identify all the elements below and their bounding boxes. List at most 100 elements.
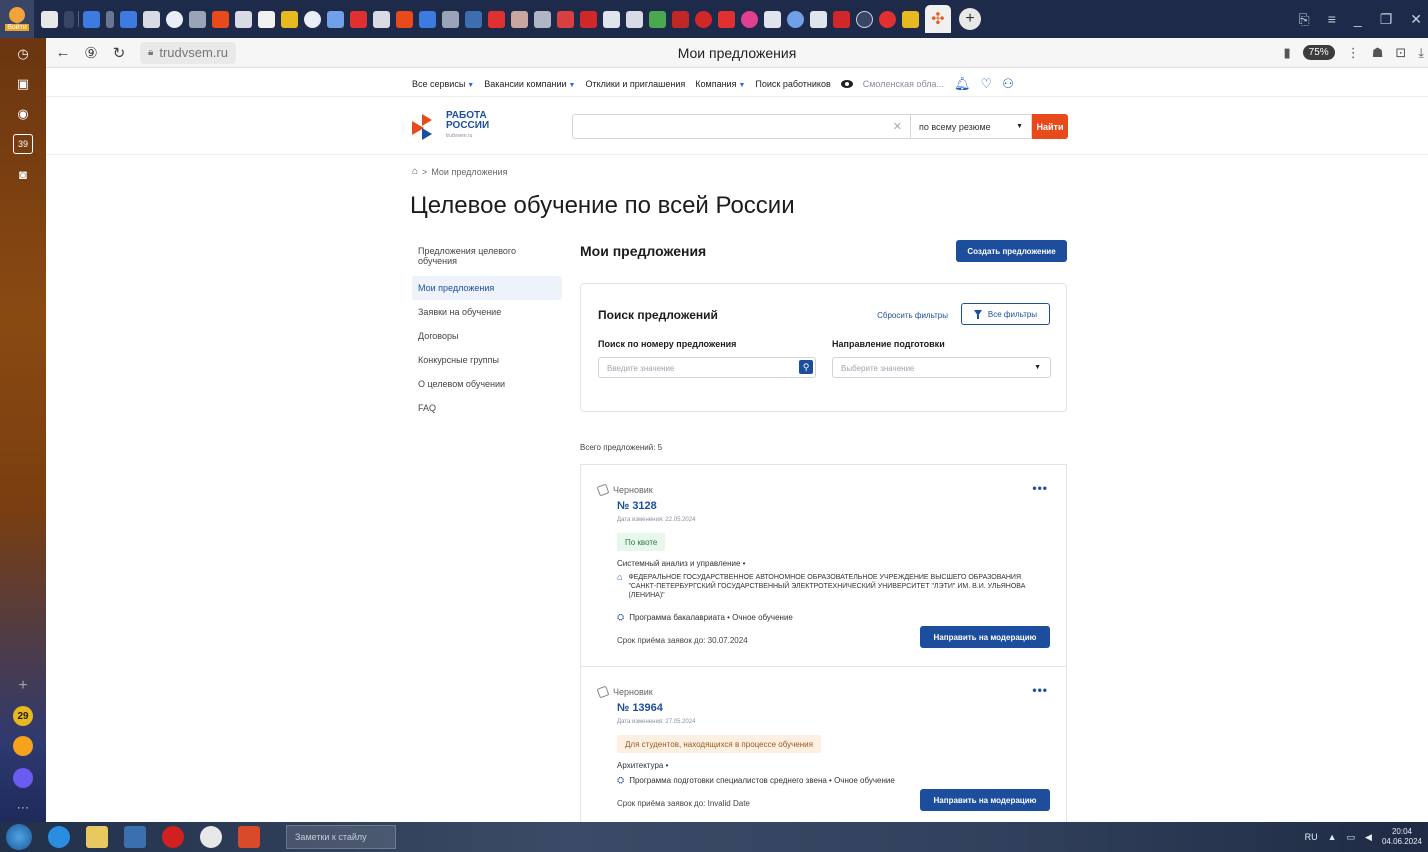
all-filters-button[interactable]: Все фильтры [961,303,1050,325]
volume-icon[interactable]: ◀︎ [1365,832,1372,843]
offer-number-input[interactable]: Введите значение ⚲ [598,357,816,378]
notifications-badge[interactable]: 29 [13,706,33,726]
taskbar-window[interactable]: Заметки к стайлу [286,825,396,849]
search-button[interactable]: Найти [1032,114,1068,139]
home-icon[interactable]: ⌂ [412,166,418,177]
reset-filters-link[interactable]: Сбросить фильтры [877,311,948,320]
language-indicator[interactable]: RU [1305,832,1318,842]
pinned-tab-icon[interactable] [695,10,712,28]
pinned-tab-icon[interactable] [83,10,100,28]
pinned-tab-icon[interactable] [534,10,551,28]
login-button[interactable]: Войти [0,0,34,38]
pinned-tab-icon[interactable] [787,10,804,28]
doc-tab-icon[interactable] [143,10,160,28]
send-to-moderation-button[interactable]: Направить на модерацию [920,789,1050,811]
nav-applications[interactable]: Заявки на обучение [412,300,562,324]
reader-icon[interactable]: ⊡ [1395,45,1406,61]
doc-tab-icon[interactable] [235,10,252,28]
zoom-indicator[interactable]: 75% [1302,45,1335,60]
alice-icon[interactable]: ◉ [13,104,33,124]
nav-my-offers[interactable]: Мои предложения [412,276,562,300]
nav-target-offers[interactable]: Предложения целевого обучения [412,242,562,276]
pinned-tab-icon[interactable] [649,10,666,28]
offer-number[interactable]: № 3128 [617,500,657,512]
mail-tab-icon[interactable] [120,10,137,28]
doc-tab-icon[interactable] [626,10,643,28]
extension-icon[interactable]: ☗ [1372,45,1384,61]
pinned-tab-icon[interactable] [258,10,275,28]
nav-faq[interactable]: FAQ [412,396,562,420]
calendar-icon[interactable]: 39 [13,134,33,154]
heart-icon[interactable]: ♡ [981,76,993,92]
nav-responses[interactable]: Отклики и приглашения [585,79,685,89]
nav-find-workers[interactable]: Поиск работников [755,79,830,89]
nav-competition-groups[interactable]: Конкурсные группы [412,348,562,372]
accessibility-eye-icon[interactable] [840,80,853,88]
history-icon[interactable]: ◷ [13,44,33,64]
screenshot-icon[interactable]: ◙ [13,164,33,184]
pinned-tab-icon[interactable] [557,10,574,28]
pinned-tab-icon[interactable] [511,10,528,28]
minimize-icon[interactable]: _ [1354,11,1362,27]
tray-arrow-icon[interactable]: ▲ [1328,832,1337,842]
assistant-icon[interactable] [13,768,33,788]
pinned-tab-icon[interactable] [580,10,597,28]
nav-all-services[interactable]: Все сервисы ▼ [412,79,474,89]
pinned-tab-icon[interactable] [350,10,367,28]
site-logo[interactable]: РАБОТА РОССИИ trudvsem.ru [412,111,489,141]
pinned-tab-icon[interactable] [41,10,58,28]
pinned-tab-icon[interactable] [465,10,482,28]
clear-icon[interactable]: ✕ [893,120,902,133]
pinned-tab-icon[interactable] [419,10,436,28]
nav-company[interactable]: Компания ▼ [695,79,745,89]
pinned-tab-icon[interactable] [810,10,827,28]
tabs-menu-icon[interactable] [64,10,74,28]
youtube-tab-icon[interactable] [833,10,850,28]
bookmarks-icon[interactable]: ⎘ [1299,11,1310,28]
bookmark-icon[interactable]: ▮ [1284,45,1291,61]
doc-tab-icon[interactable] [373,10,390,28]
pinned-tab-icon[interactable] [106,10,114,28]
pinned-tab-icon[interactable] [603,10,620,28]
pinned-tab-icon[interactable] [396,10,413,28]
nav-company-vacancies[interactable]: Вакансии компании ▼ [484,79,575,89]
pinned-tab-icon[interactable] [281,10,298,28]
pinned-tab-icon[interactable] [442,10,459,28]
bell-icon[interactable]: 🔔︎ [954,76,971,92]
restore-icon[interactable]: ❐ [1380,11,1393,28]
more-options-icon[interactable]: ••• [1032,481,1048,495]
active-tab[interactable]: ✣ [925,5,951,33]
network-icon[interactable]: ▭ [1347,832,1356,843]
pinned-tab-icon[interactable] [488,10,505,28]
search-input[interactable]: ✕ [572,114,910,139]
direction-select[interactable]: Выберите значение ▼ [832,357,1051,378]
more-options-icon[interactable]: ••• [1032,683,1048,697]
search-scope-select[interactable]: по всему резюме ▼ [910,114,1032,139]
explorer-icon[interactable] [86,826,108,848]
more-icon[interactable]: ⋯ [13,798,33,818]
create-offer-button[interactable]: Создать предложение [956,240,1067,262]
send-to-moderation-button[interactable]: Направить на модерацию [920,626,1050,648]
collections-icon[interactable]: ▣ [13,74,33,94]
pinned-tab-icon[interactable] [856,10,873,28]
close-icon[interactable]: ✕ [1410,11,1422,28]
new-tab-button[interactable]: + [959,8,981,30]
pinned-tab-icon[interactable] [741,10,758,28]
pinned-tab-icon[interactable] [718,10,735,28]
search-icon[interactable]: ⚲ [799,360,813,374]
download-icon[interactable]: ⤓ [1418,45,1424,61]
menu-icon[interactable]: ≡ [1328,11,1336,27]
reload-icon[interactable]: ↻ [108,44,130,62]
offer-number[interactable]: № 13964 [617,702,663,714]
back-icon[interactable]: ← [52,44,74,61]
pinned-tab-icon[interactable] [212,10,229,28]
opera-icon[interactable] [162,826,184,848]
nav-about[interactable]: О целевом обучении [412,372,562,396]
yandex-tab-icon[interactable] [879,10,896,28]
messenger-icon[interactable] [13,736,33,756]
pinned-tab-icon[interactable] [166,10,183,28]
clock[interactable]: 20:04 04.06.2024 [1382,827,1422,847]
pinned-tab-icon[interactable] [327,10,344,28]
more-vertical-icon[interactable]: ⋮ [1347,45,1360,61]
pinned-tab-icon[interactable] [672,10,689,28]
